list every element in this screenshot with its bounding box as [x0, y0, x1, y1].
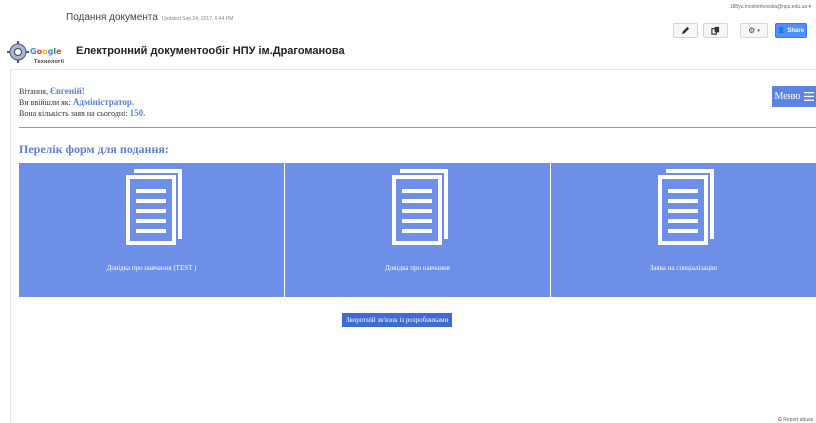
- application-count: 150.: [129, 108, 146, 118]
- greeting-prefix: Вітання,: [19, 87, 50, 96]
- app-title: Електронний документообіг НПУ ім.Драгома…: [76, 45, 345, 57]
- settings-button[interactable]: ⚙ ▾: [740, 23, 768, 38]
- copy-button[interactable]: [703, 23, 728, 38]
- google-technology-logo: Google Технології: [7, 41, 64, 65]
- welcome-block: Вітання, Євгеній! Ви ввійшли як: Адмініс…: [19, 86, 145, 119]
- report-abuse-link[interactable]: G Report abuse: [778, 417, 813, 423]
- forms-grid: Довідка про навчання (TEST ) Довідка про…: [19, 163, 816, 297]
- form-card-label: Заява на спеціалізацію: [649, 264, 718, 272]
- document-stack-icon: [657, 169, 714, 245]
- share-button[interactable]: 👤 Share: [775, 23, 807, 38]
- share-label: Share: [787, 27, 805, 34]
- form-card-study-certificate-test[interactable]: Довідка про навчання (TEST ): [19, 163, 284, 297]
- feedback-button[interactable]: Зворотній зв'язок із розробниками: [342, 313, 453, 327]
- role-prefix: Ви ввійшли як:: [19, 98, 73, 107]
- form-card-label: Довідка про навчання: [385, 264, 450, 272]
- copy-icon: [711, 26, 720, 35]
- form-card-study-certificate[interactable]: Довідка про навчання: [285, 163, 550, 297]
- doc-title-text: Подання документа: [66, 12, 158, 23]
- document-stack-icon: [125, 169, 182, 245]
- document-title: Подання документа Updated Sep 24, 2017, 6…: [66, 12, 233, 23]
- role-line: Ви ввійшли як: Адміністратор.: [19, 97, 145, 108]
- user-role: Адміністратор.: [72, 97, 135, 107]
- user-account[interactable]: 188yu.mosherkovska@npu.edu.ua ▾: [730, 4, 811, 10]
- svg-text:Google: Google: [30, 47, 62, 56]
- gear-icon: ⚙: [748, 26, 756, 35]
- forms-section-title: Перелік форм для подання:: [19, 142, 169, 156]
- updated-timestamp: Updated Sep 24, 2017, 6:44 PM: [161, 16, 234, 22]
- chevron-down-icon: ▾: [757, 27, 760, 34]
- menu-button[interactable]: Меню: [772, 86, 816, 107]
- pencil-icon: [681, 26, 690, 35]
- count-line: Вона кількість заяв на сьогодні: 150.: [19, 108, 145, 119]
- svg-text:Технології: Технології: [34, 59, 64, 65]
- count-prefix: Вона кількість заяв на сьогодні:: [19, 109, 130, 118]
- hamburger-icon: [803, 92, 814, 101]
- person-add-icon: 👤: [777, 28, 786, 34]
- form-card-specialization-application[interactable]: Заява на спеціалізацію: [551, 163, 816, 297]
- divider: [19, 127, 816, 128]
- greeting-line: Вітання, Євгеній!: [19, 86, 145, 97]
- google-apps-script-header: Подання документа Updated Sep 24, 2017, 6…: [0, 0, 816, 66]
- edit-button[interactable]: [673, 23, 698, 38]
- user-name: Євгеній!: [49, 86, 85, 96]
- document-stack-icon: [391, 169, 448, 245]
- google-g-icon: G: [778, 417, 782, 423]
- menu-label: Меню: [774, 91, 801, 102]
- report-abuse-label: Report abuse: [783, 417, 814, 423]
- form-card-label: Довідка про навчання (TEST ): [106, 264, 197, 272]
